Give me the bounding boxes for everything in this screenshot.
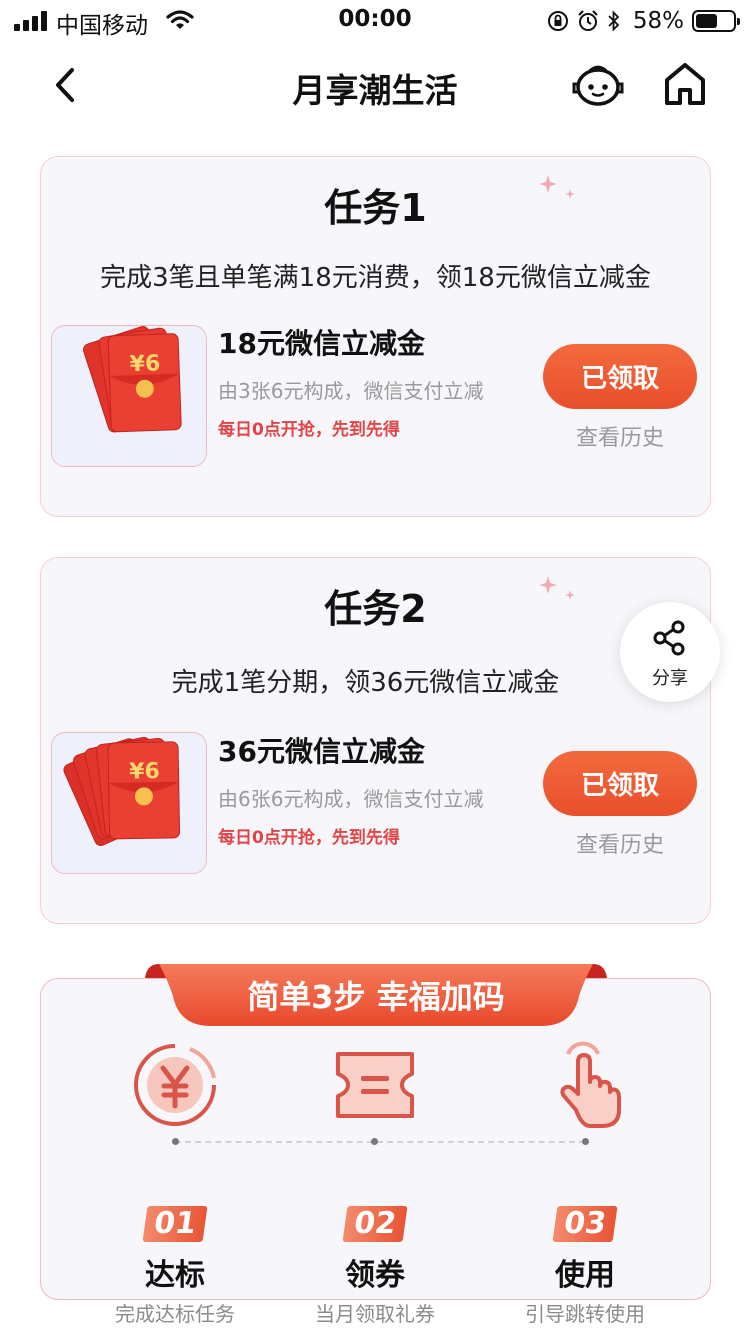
view-history-link[interactable]: 查看历史	[543, 827, 697, 859]
nav-bar: 月享潮生活	[0, 48, 750, 122]
step-description: 引导跳转使用	[525, 1302, 645, 1326]
view-history-link[interactable]: 查看历史	[543, 420, 697, 452]
steps-banner-title: 简单3步 幸福加码	[247, 978, 505, 1016]
page-title: 月享潮生活	[292, 71, 458, 110]
alarm-icon	[578, 10, 598, 31]
step-number: 01	[142, 1206, 208, 1242]
red-envelope-icon: ¥6	[83, 326, 182, 433]
red-envelope-icon: ¥6	[63, 736, 181, 846]
step-description: 当月领取礼券	[315, 1302, 435, 1326]
envelope-value-text: ¥6	[129, 351, 160, 377]
step-description: 完成达标任务	[115, 1302, 235, 1326]
step-name: 达标	[145, 1258, 205, 1293]
red-envelope-thumbnail: ¥6	[51, 732, 207, 874]
red-envelope-thumbnail: ¥6	[51, 325, 207, 467]
claimed-button[interactable]: 已领取	[543, 751, 697, 816]
bluetooth-icon	[608, 10, 620, 32]
share-icon	[653, 620, 685, 656]
ticket-icon	[336, 1052, 414, 1118]
claimed-button[interactable]: 已领取	[543, 344, 697, 409]
tap-hand-icon	[560, 1041, 621, 1128]
task-card-2: 任务2 完成1笔分期，领36元微信立减金 ¥6 36元微信立减金 由6张6元构成…	[40, 557, 711, 924]
step-item-3: 03 使用 引导跳转使用	[485, 1040, 685, 1327]
rotation-lock-icon	[547, 11, 568, 31]
battery-percent: 58%	[632, 8, 684, 34]
step-item-2: 02 领券 当月领取礼券	[275, 1040, 475, 1327]
task-title: 任务2	[41, 586, 710, 632]
prize-name: 18元微信立减金	[218, 327, 425, 360]
step-name: 领券	[345, 1258, 405, 1293]
prize-name: 36元微信立减金	[218, 735, 425, 768]
share-label: 分享	[652, 668, 688, 689]
task-title: 任务1	[41, 185, 710, 231]
envelope-value-text: ¥6	[129, 759, 160, 785]
prize-note: 每日0点开抢，先到先得	[218, 828, 400, 848]
step-name: 使用	[555, 1258, 615, 1293]
step-number: 02	[342, 1206, 408, 1242]
prize-subtitle: 由3张6元构成，微信支付立减	[218, 379, 484, 403]
task-description: 完成1笔分期，领36元微信立减金	[171, 668, 560, 698]
task-card-1: 任务1 完成3笔且单笔满18元消费，领18元微信立减金 ¥6 18元微信立减金 …	[40, 156, 711, 517]
battery-icon	[692, 10, 740, 32]
task-description: 完成3笔且单笔满18元消费，领18元微信立减金	[100, 263, 651, 293]
steps-banner: 简单3步 幸福加码	[145, 962, 607, 1028]
home-icon[interactable]	[664, 62, 706, 106]
status-bar: 中国移动 00:00 58%	[0, 0, 750, 40]
step-number: 03	[552, 1206, 618, 1242]
prize-note: 每日0点开抢，先到先得	[218, 420, 400, 440]
robot-assistant-icon[interactable]	[572, 62, 624, 108]
share-button[interactable]: 分享	[620, 602, 720, 702]
prize-subtitle: 由6张6元构成，微信支付立减	[218, 787, 484, 811]
step-item-1: 01 达标 完成达标任务	[75, 1040, 275, 1327]
yuan-coin-icon	[134, 1044, 216, 1126]
